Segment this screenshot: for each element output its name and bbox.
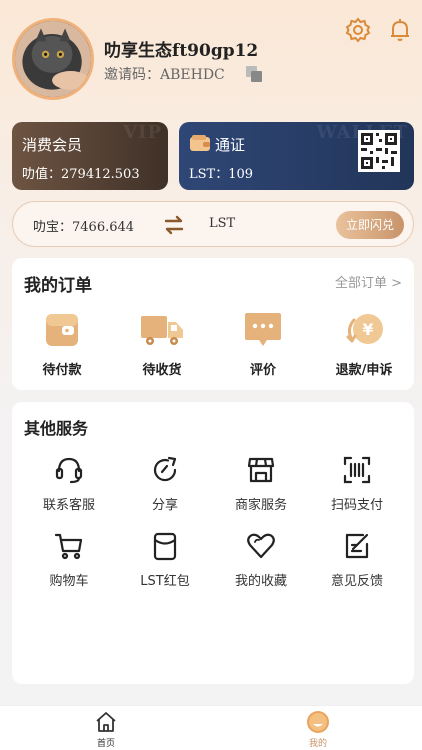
invite-code-row: 邀请码：ABEHDC xyxy=(104,64,225,84)
vip-balance-value: 279412.503 xyxy=(61,167,140,182)
wallet-card-title: 通证 xyxy=(215,136,246,154)
service-red-packet[interactable]: LST红包 xyxy=(120,530,210,589)
exchange-target: LST xyxy=(209,216,236,231)
service-scan-pay-label: 扫码支付 xyxy=(330,498,383,513)
all-orders-link[interactable]: 全部订单 > xyxy=(335,272,402,291)
service-cart[interactable]: 购物车 xyxy=(24,530,114,589)
red-packet-icon xyxy=(153,532,177,561)
order-pending-payment[interactable]: 待付款 xyxy=(17,310,107,378)
exchange-balance: 叻宝：7466.644 xyxy=(33,216,134,235)
bell-icon[interactable] xyxy=(386,16,414,44)
invite-code-value: ABEHDC xyxy=(160,67,225,83)
heart-icon xyxy=(247,533,275,559)
tab-home-label: 首页 xyxy=(96,739,115,749)
orders-title: 我的订单 xyxy=(24,276,92,296)
order-refund[interactable]: ¥ 退款/申诉 xyxy=(319,310,409,378)
service-customer-support-label: 联系客服 xyxy=(42,498,95,513)
refund-icon: ¥ xyxy=(346,314,383,344)
tab-home[interactable]: 首页 xyxy=(76,710,136,749)
exchange-balance-label: 叻宝： xyxy=(33,220,73,235)
exchange-now-button[interactable]: 立即闪兑 xyxy=(336,211,404,239)
service-red-packet-label: LST红包 xyxy=(140,574,190,589)
cart-icon xyxy=(54,533,83,560)
service-merchant[interactable]: 商家服务 xyxy=(216,454,306,513)
service-share[interactable]: 分享 xyxy=(120,454,210,513)
copy-icon[interactable] xyxy=(244,64,264,84)
headset-icon xyxy=(55,457,83,484)
invite-code-label: 邀请码： xyxy=(104,67,160,83)
home-icon xyxy=(96,712,116,732)
comment-icon xyxy=(245,313,281,346)
service-scan-pay[interactable]: 扫码支付 xyxy=(312,454,402,513)
wallet-card[interactable]: WALLET 通证 LST：109 xyxy=(179,122,414,190)
wallet-icon xyxy=(190,135,210,151)
order-review-label: 评价 xyxy=(249,363,276,378)
order-review[interactable]: 评价 xyxy=(218,310,308,378)
avatar[interactable] xyxy=(12,18,94,100)
service-cart-label: 购物车 xyxy=(49,574,89,589)
services-panel: 其他服务 联系客服 分享 商家服务 扫码支付 购物车 LST红包 我的收藏 意见… xyxy=(12,402,414,684)
service-share-label: 分享 xyxy=(151,498,178,513)
order-pending-receipt-label: 待收货 xyxy=(142,363,182,378)
wallet-balance-value: 109 xyxy=(228,167,254,182)
vip-card-title: 消费会员 xyxy=(22,136,83,154)
share-icon xyxy=(153,456,177,482)
tab-mine-label: 我的 xyxy=(308,739,327,749)
wallet-card-balance: LST：109 xyxy=(189,163,253,182)
qr-code-icon[interactable] xyxy=(358,130,400,172)
vip-card[interactable]: VIP 消费会员 叻值：279412.503 xyxy=(12,122,168,190)
order-pending-payment-label: 待付款 xyxy=(42,363,82,378)
feedback-icon xyxy=(345,533,369,559)
service-favorites-label: 我的收藏 xyxy=(234,574,287,589)
username: 叻享生态ft90gp12 xyxy=(104,41,259,61)
vip-card-balance: 叻值：279412.503 xyxy=(22,163,140,182)
vip-watermark: VIP xyxy=(123,122,162,143)
vip-balance-label: 叻值： xyxy=(22,167,62,182)
bottom-tabbar: 首页 我的 xyxy=(0,705,422,750)
svg-text:¥: ¥ xyxy=(362,320,373,339)
store-icon xyxy=(247,457,275,483)
order-pending-receipt[interactable]: 待收货 xyxy=(117,310,207,378)
service-feedback[interactable]: 意见反馈 xyxy=(312,530,402,589)
service-customer-support[interactable]: 联系客服 xyxy=(24,454,114,513)
profile-header: 叻享生态ft90gp12 邀请码：ABEHDC xyxy=(0,0,422,110)
truck-icon xyxy=(141,316,183,345)
orders-panel: 我的订单 全部订单 > 待付款 待收货 评价 ¥ 退款/申诉 xyxy=(12,258,414,390)
scan-icon xyxy=(343,456,371,484)
swap-icon[interactable] xyxy=(163,214,185,236)
exchange-bar: 叻宝：7466.644 LST 立即闪兑 xyxy=(12,201,414,247)
tab-mine[interactable]: 我的 xyxy=(288,710,348,749)
service-feedback-label: 意见反馈 xyxy=(330,574,383,589)
service-favorites[interactable]: 我的收藏 xyxy=(216,530,306,589)
wallet-icon xyxy=(46,314,78,346)
gear-icon[interactable] xyxy=(344,16,372,44)
profile-icon xyxy=(307,711,329,733)
service-merchant-label: 商家服务 xyxy=(234,498,287,513)
exchange-balance-value: 7466.644 xyxy=(72,220,135,235)
order-refund-label: 退款/申诉 xyxy=(335,363,393,378)
services-title: 其他服务 xyxy=(24,419,89,438)
wallet-balance-label: LST： xyxy=(189,167,229,182)
